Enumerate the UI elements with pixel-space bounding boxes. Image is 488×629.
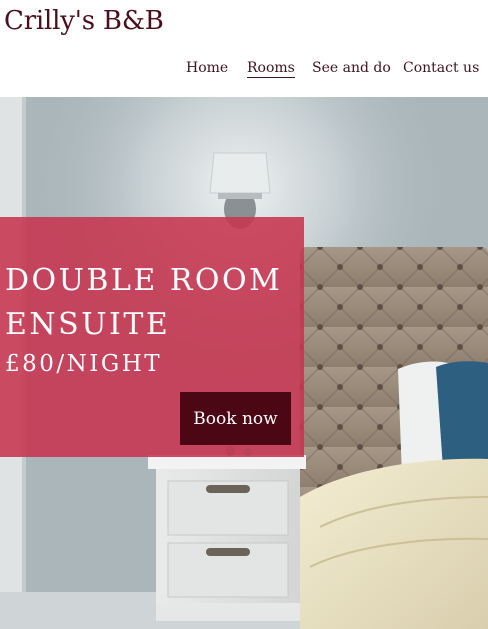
site-title[interactable]: Crilly's B&B: [4, 6, 164, 36]
site-header: Crilly's B&B Home Rooms See and do Conta…: [0, 0, 488, 97]
room-info-overlay: Double Room Ensuite £80/NIGHT Book now: [0, 217, 304, 457]
main-nav: Home Rooms See and do Contact us: [0, 60, 488, 80]
room-price: £80/NIGHT: [5, 351, 163, 377]
hero-section: Double Room Ensuite £80/NIGHT Book now: [0, 97, 488, 629]
nav-see-and-do[interactable]: See and do: [312, 60, 391, 76]
room-title: Double Room Ensuite: [5, 263, 283, 342]
nav-rooms[interactable]: Rooms: [247, 60, 295, 78]
nav-home[interactable]: Home: [186, 60, 228, 76]
book-now-button[interactable]: Book now: [180, 392, 291, 445]
nav-contact-us[interactable]: Contact us: [403, 60, 479, 76]
